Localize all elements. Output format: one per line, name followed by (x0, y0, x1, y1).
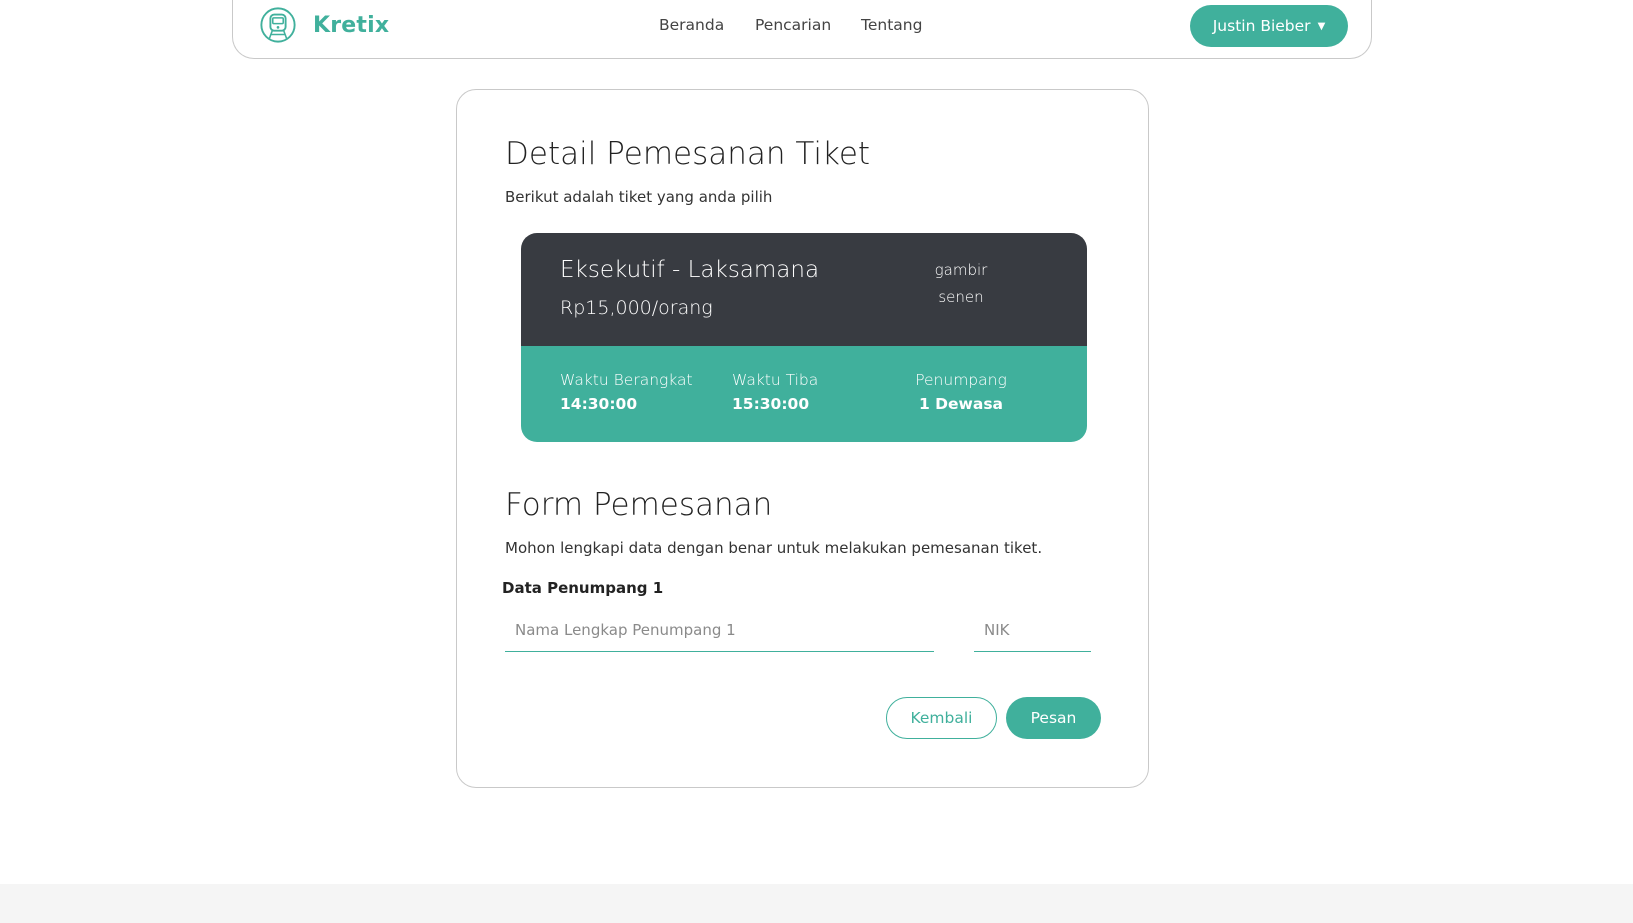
train-name: Eksekutif - Laksamana (560, 257, 820, 283)
train-icon (260, 7, 296, 43)
back-button[interactable]: Kembali (886, 697, 997, 739)
booking-card: Detail Pemesanan Tiket Berikut adalah ti… (456, 89, 1149, 788)
brand-name: Kretix (313, 12, 390, 38)
destination-station: senen (938, 288, 984, 306)
nav-link-pencarian[interactable]: Pencarian (755, 16, 831, 34)
nav-link-beranda[interactable]: Beranda (659, 16, 724, 34)
passenger-name-input[interactable] (505, 608, 934, 652)
ticket-price: Rp15,000/orang (560, 297, 713, 319)
origin-station: gambir (934, 261, 988, 279)
arrival-time: 15:30:00 (732, 395, 810, 413)
user-name: Justin Bieber (1212, 17, 1311, 35)
footer (0, 884, 1633, 923)
nik-input[interactable] (974, 608, 1091, 652)
order-button[interactable]: Pesan (1006, 697, 1101, 739)
passenger-label: Penumpang (915, 371, 1007, 389)
user-menu-button[interactable]: Justin Bieber ▼ (1190, 5, 1348, 47)
caret-down-icon: ▼ (1317, 20, 1326, 32)
detail-subtitle: Berikut adalah tiket yang anda pilih (505, 188, 773, 206)
form-subtitle: Mohon lengkapi data dengan benar untuk m… (505, 539, 1043, 557)
passenger-count: 1 Dewasa (918, 395, 1004, 413)
navbar: Kretix Beranda Pencarian Tentang Justin … (232, 0, 1372, 59)
nav-link-tentang[interactable]: Tentang (861, 16, 922, 34)
arrival-label: Waktu Tiba (732, 371, 819, 389)
brand[interactable]: Kretix (259, 6, 389, 44)
ticket-header: Eksekutif - Laksamana Rp15,000/orang gam… (521, 233, 1087, 346)
departure-time: 14:30:00 (560, 395, 638, 413)
passenger-section-label: Data Penumpang 1 (502, 579, 664, 597)
ticket-info: Waktu Berangkat 14:30:00 Waktu Tiba 15:3… (521, 346, 1087, 442)
form-title: Form Pemesanan (505, 487, 773, 523)
departure-label: Waktu Berangkat (560, 371, 693, 389)
detail-title: Detail Pemesanan Tiket (505, 136, 871, 172)
ticket-card: Eksekutif - Laksamana Rp15,000/orang gam… (521, 233, 1087, 442)
